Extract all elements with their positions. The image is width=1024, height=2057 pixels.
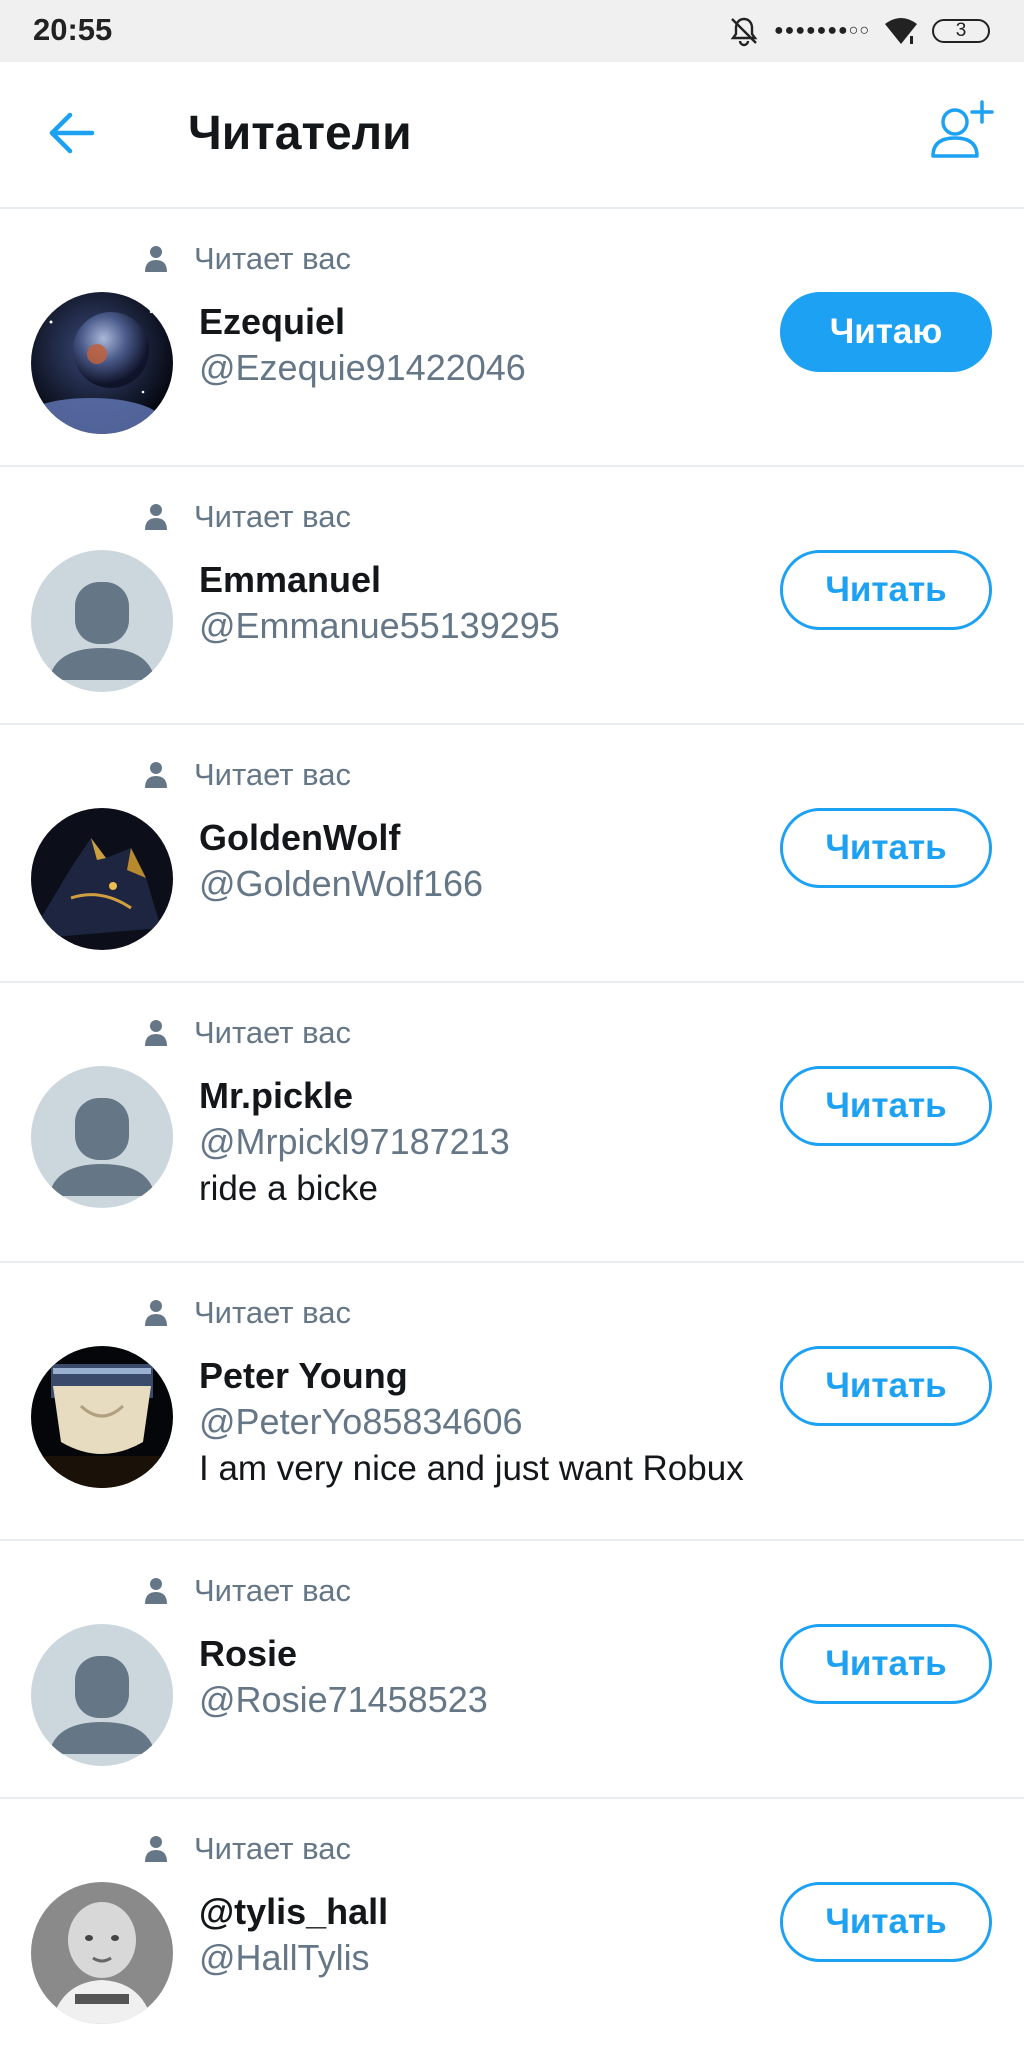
- following-button[interactable]: Читаю: [780, 292, 992, 372]
- user-name[interactable]: @tylis_hall: [199, 1891, 388, 1933]
- avatar[interactable]: [31, 1346, 173, 1488]
- add-user-button[interactable]: [925, 98, 995, 168]
- status-bar: 20:55 ●●●●●●●○○ 3: [0, 0, 1024, 62]
- follow-button[interactable]: Читать: [780, 1066, 992, 1146]
- user-name[interactable]: Peter Young: [199, 1355, 408, 1397]
- wifi-icon: [885, 18, 917, 44]
- follows-you-row: Читает вас: [144, 1295, 351, 1331]
- dark-wolf-photo: [31, 808, 173, 950]
- follows-you-row: Читает вас: [144, 1573, 351, 1609]
- user-name[interactable]: Ezequiel: [199, 301, 345, 343]
- avatar[interactable]: [31, 292, 173, 434]
- app-header: Читатели: [0, 62, 1024, 209]
- follow-button[interactable]: Читать: [780, 1346, 992, 1426]
- list-item[interactable]: Читает вас Ezequiel @Ezequie91422046 Чит…: [0, 209, 1024, 467]
- list-item[interactable]: Читает вас Peter Young @PeterYo85834606 …: [0, 1263, 1024, 1541]
- default-avatar-icon: [31, 1066, 173, 1208]
- person-icon: [145, 1836, 167, 1862]
- person-icon: [145, 504, 167, 530]
- person-icon: [145, 762, 167, 788]
- followers-list: Читает вас Ezequiel @Ezequie91422046 Чит…: [0, 209, 1024, 2057]
- user-handle: @Mrpickl97187213: [199, 1121, 510, 1162]
- status-time: 20:55: [33, 12, 113, 47]
- follows-you-label: Читает вас: [194, 1573, 351, 1608]
- person-icon: [145, 1300, 167, 1326]
- person-icon: [145, 1020, 167, 1046]
- user-name[interactable]: Emmanuel: [199, 559, 381, 601]
- list-item[interactable]: Читает вас Rosie @Rosie71458523 Читать: [0, 1541, 1024, 1799]
- back-button[interactable]: [46, 107, 98, 159]
- follows-you-row: Читает вас: [144, 1015, 351, 1051]
- mute-bell-icon: [730, 17, 758, 47]
- user-handle: @PeterYo85834606: [199, 1401, 523, 1442]
- battery-icon: 3: [932, 19, 990, 43]
- add-user-icon: [931, 100, 994, 158]
- list-item[interactable]: Читает вас GoldenWolf @GoldenWolf166 Чит…: [0, 725, 1024, 983]
- person-icon: [145, 246, 167, 272]
- user-handle: @Rosie71458523: [199, 1679, 488, 1720]
- user-name[interactable]: Rosie: [199, 1633, 297, 1675]
- user-bio: ride a bicke: [199, 1169, 378, 1208]
- list-item[interactable]: Читает вас Emmanuel @Emmanue55139295 Чит…: [0, 467, 1024, 725]
- follow-button[interactable]: Читать: [780, 550, 992, 630]
- default-avatar-icon: [31, 1624, 173, 1766]
- avatar[interactable]: [31, 1066, 173, 1208]
- avatar[interactable]: [31, 550, 173, 692]
- follows-you-row: Читает вас: [144, 241, 351, 277]
- follows-you-label: Читает вас: [194, 757, 351, 792]
- game-character-photo: [31, 1346, 173, 1488]
- person-icon: [145, 1578, 167, 1604]
- page-title: Читатели: [188, 107, 412, 160]
- avatar[interactable]: [31, 1624, 173, 1766]
- user-name[interactable]: GoldenWolf: [199, 817, 400, 859]
- follows-you-row: Читает вас: [144, 499, 351, 535]
- follows-you-label: Читает вас: [194, 1015, 351, 1050]
- avatar[interactable]: [31, 808, 173, 950]
- status-icons: ●●●●●●●○○ 3: [728, 13, 990, 49]
- follows-you-label: Читает вас: [194, 499, 351, 534]
- user-handle: @Ezequie91422046: [199, 347, 526, 388]
- default-avatar-icon: [31, 550, 173, 692]
- user-bio: I am very nice and just want Robux: [199, 1449, 744, 1488]
- arrow-left-icon: [49, 112, 95, 154]
- signal-dots: ●●●●●●●○○: [774, 22, 870, 39]
- battery-level: 3: [955, 20, 967, 41]
- follows-you-row: Читает вас: [144, 757, 351, 793]
- user-name[interactable]: Mr.pickle: [199, 1075, 353, 1117]
- space-planet-photo: [31, 292, 173, 434]
- user-handle: @HallTylis: [199, 1937, 370, 1978]
- follow-button[interactable]: Читать: [780, 1624, 992, 1704]
- user-handle: @GoldenWolf166: [199, 863, 484, 904]
- user-handle: @Emmanue55139295: [199, 605, 560, 646]
- list-item[interactable]: Читает вас @tylis_hall @HallTylis Читать: [0, 1799, 1024, 2057]
- follows-you-label: Читает вас: [194, 1831, 351, 1866]
- follow-button[interactable]: Читать: [780, 808, 992, 888]
- follows-you-row: Читает вас: [144, 1831, 351, 1867]
- follows-you-label: Читает вас: [194, 241, 351, 276]
- follow-button[interactable]: Читать: [780, 1882, 992, 1962]
- list-item[interactable]: Читает вас Mr.pickle @Mrpickl97187213 ri…: [0, 983, 1024, 1263]
- baby-photo: [31, 1882, 173, 2024]
- avatar[interactable]: [31, 1882, 173, 2024]
- follows-you-label: Читает вас: [194, 1295, 351, 1330]
